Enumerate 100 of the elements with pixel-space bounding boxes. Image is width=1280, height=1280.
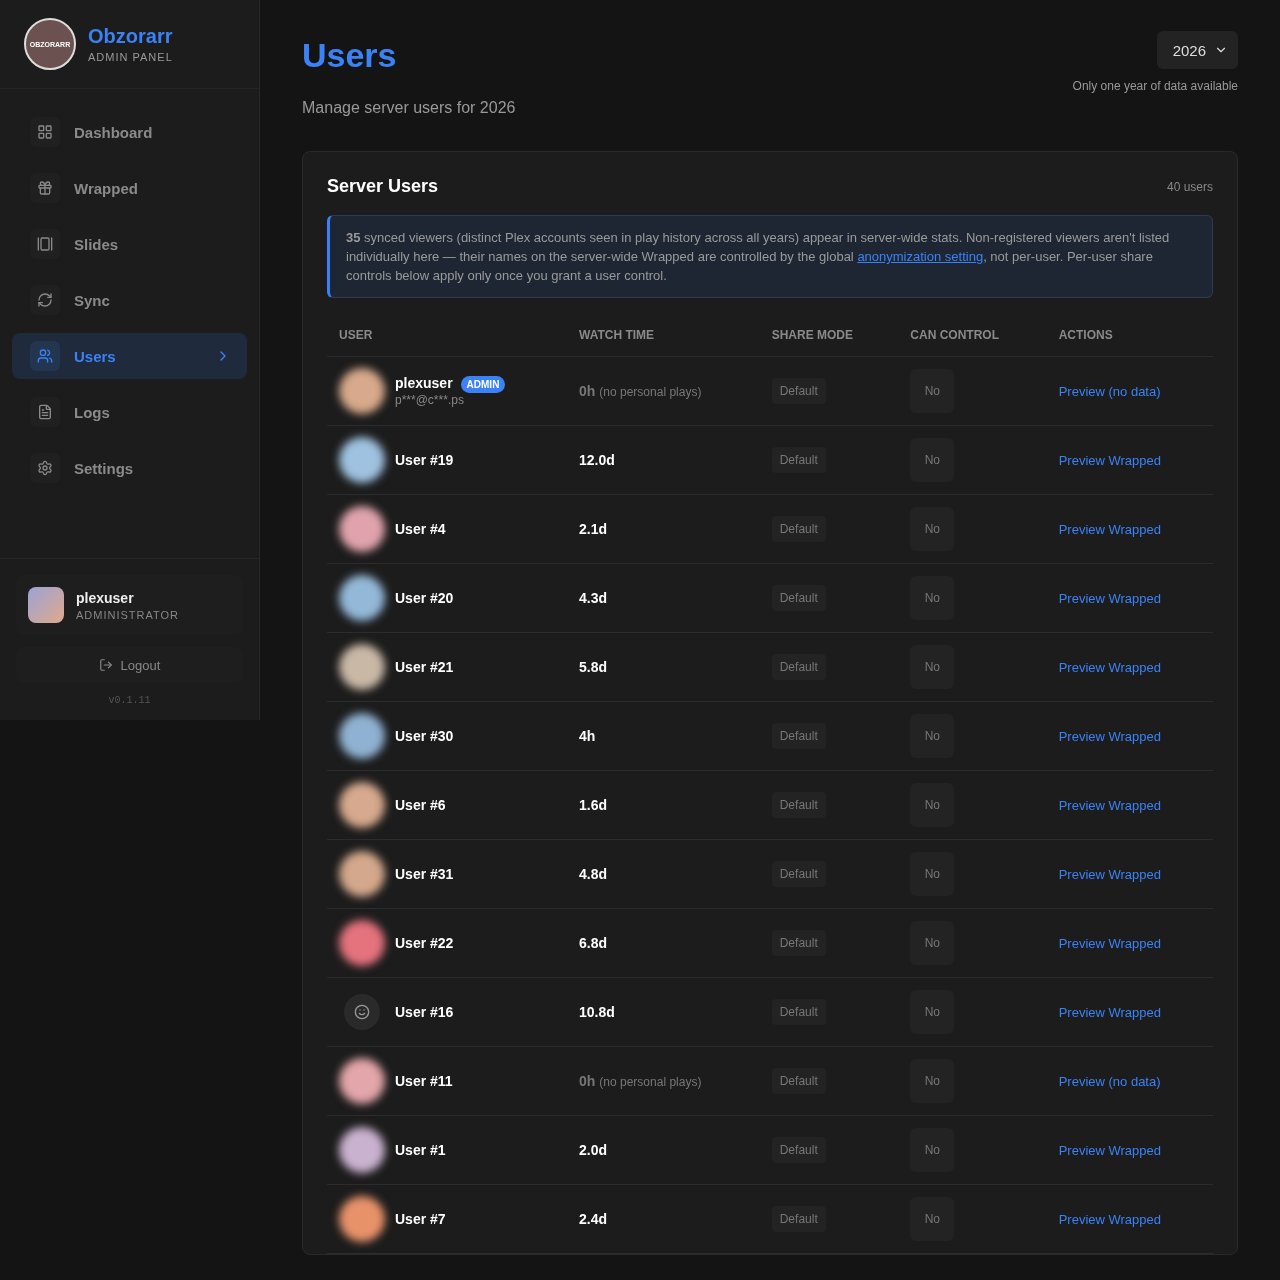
user-name: User #30 bbox=[395, 728, 454, 744]
preview-link[interactable]: Preview (no data) bbox=[1058, 384, 1161, 399]
preview-link[interactable]: Preview Wrapped bbox=[1058, 522, 1162, 537]
watch-time: 2.0d bbox=[579, 1142, 607, 1158]
nav-item[interactable]: Settings bbox=[12, 445, 247, 491]
preview-link[interactable]: Preview Wrapped bbox=[1058, 867, 1162, 882]
page-title: Users bbox=[302, 36, 398, 75]
user-name: User #1 bbox=[395, 1142, 446, 1158]
card-title: Server Users bbox=[327, 176, 439, 197]
info-notice: 35 synced viewers (distinct Plex accounts seen in play history across all years) appear in server-wide stats. Non-registered viewers aren't listed individually here — their names on the server-wide Wrapped are controlled by the global anonymization setting, not per-user. Per-user share controls below apply only once you grant a user control. bbox=[327, 215, 1213, 298]
user-name: plexuser bbox=[395, 375, 453, 391]
watch-time: 6.8d bbox=[579, 935, 607, 951]
preview-link[interactable]: Preview (no data) bbox=[1058, 1074, 1161, 1089]
watch-time: 2.4d bbox=[579, 1211, 607, 1227]
smiley-icon bbox=[354, 1004, 370, 1020]
logout-icon bbox=[98, 658, 113, 672]
can-control-toggle[interactable]: No bbox=[910, 921, 955, 965]
year-note: Only one year of data available bbox=[1072, 79, 1238, 93]
share-mode: Default bbox=[771, 1137, 826, 1163]
watch-time: 4h bbox=[579, 728, 596, 744]
can-control-toggle[interactable]: No bbox=[910, 645, 955, 689]
can-control-toggle[interactable]: No bbox=[910, 1197, 955, 1241]
column-header: USER bbox=[327, 314, 567, 357]
share-mode: Default bbox=[771, 861, 826, 887]
can-control-toggle[interactable]: No bbox=[910, 852, 955, 896]
admin-badge: ADMIN bbox=[460, 376, 506, 393]
column-header: ACTIONS bbox=[1046, 314, 1213, 357]
watch-note: (no personal plays) bbox=[599, 1075, 702, 1089]
year-select[interactable]: 2026 bbox=[1156, 31, 1238, 69]
user-name: User #7 bbox=[395, 1211, 446, 1227]
can-control-toggle[interactable]: No bbox=[910, 369, 955, 413]
preview-link[interactable]: Preview Wrapped bbox=[1058, 591, 1162, 606]
user-email: p***@c***.ps bbox=[395, 393, 465, 407]
user-name: User #31 bbox=[395, 866, 454, 882]
page-subtitle: Manage server users for 2026 bbox=[302, 99, 516, 117]
share-mode: Default bbox=[771, 723, 826, 749]
share-mode: Default bbox=[771, 516, 826, 542]
nav-item[interactable]: Slides bbox=[12, 221, 247, 267]
nav-item[interactable]: Logs bbox=[12, 389, 247, 435]
user-name: User #19 bbox=[395, 452, 454, 468]
can-control-toggle[interactable]: No bbox=[910, 714, 955, 758]
watch-time: 10.8d bbox=[579, 1004, 615, 1020]
watch-time: 5.8d bbox=[579, 659, 607, 675]
gift-icon bbox=[30, 173, 60, 203]
watch-time: 4.3d bbox=[579, 590, 607, 606]
watch-time: 4.8d bbox=[579, 866, 607, 882]
account-name: plexuser bbox=[76, 589, 135, 606]
preview-link[interactable]: Preview Wrapped bbox=[1058, 1143, 1162, 1158]
user-name: User #6 bbox=[395, 797, 446, 813]
brand-subtitle: ADMIN PANEL bbox=[88, 51, 173, 63]
can-control-toggle[interactable]: No bbox=[910, 1128, 955, 1172]
column-header: WATCH TIME bbox=[567, 314, 760, 357]
can-control-toggle[interactable]: No bbox=[910, 990, 955, 1034]
account-role: ADMINISTRATOR bbox=[76, 608, 180, 621]
brand-name: Obzorarr bbox=[88, 25, 173, 48]
share-mode: Default bbox=[771, 585, 826, 611]
share-mode: Default bbox=[771, 654, 826, 680]
nav-item[interactable]: Dashboard bbox=[12, 109, 247, 155]
user-name: User #22 bbox=[395, 935, 454, 951]
can-control-toggle[interactable]: No bbox=[910, 507, 955, 551]
user-name: User #21 bbox=[395, 659, 454, 675]
share-mode: Default bbox=[771, 1068, 826, 1094]
preview-link[interactable]: Preview Wrapped bbox=[1058, 798, 1162, 813]
can-control-toggle[interactable]: No bbox=[910, 576, 955, 620]
watch-time: 0h bbox=[579, 383, 596, 399]
document-icon bbox=[30, 397, 60, 427]
share-mode: Default bbox=[771, 792, 826, 818]
user-name: User #11 bbox=[395, 1073, 453, 1089]
can-control-toggle[interactable]: No bbox=[910, 438, 955, 482]
avatar-photo-placeholder bbox=[28, 587, 64, 623]
preview-link[interactable]: Preview Wrapped bbox=[1058, 1212, 1162, 1227]
share-mode: Default bbox=[771, 999, 826, 1025]
nav-item[interactable]: Users bbox=[12, 333, 247, 379]
share-mode: Default bbox=[771, 378, 826, 404]
slides-icon bbox=[30, 229, 60, 259]
user-count: 40 users bbox=[1166, 179, 1213, 194]
watch-time: 12.0d bbox=[579, 452, 615, 468]
watch-time: 1.6d bbox=[579, 797, 607, 813]
nav-item[interactable]: Sync bbox=[12, 277, 247, 323]
watch-time: 0h bbox=[579, 1073, 596, 1089]
preview-link[interactable]: Preview Wrapped bbox=[1058, 1005, 1162, 1020]
preview-link[interactable]: Preview Wrapped bbox=[1058, 453, 1162, 468]
grid-icon bbox=[30, 117, 60, 147]
column-header: SHARE MODE bbox=[759, 314, 899, 357]
sync-icon bbox=[30, 285, 60, 315]
preview-link[interactable]: Preview Wrapped bbox=[1058, 729, 1162, 744]
user-name: User #16 bbox=[395, 1004, 454, 1020]
users-icon bbox=[30, 341, 60, 371]
nav-item[interactable]: Wrapped bbox=[12, 165, 247, 211]
user-name: User #20 bbox=[395, 590, 454, 606]
settings-icon bbox=[30, 453, 60, 483]
share-mode: Default bbox=[771, 1206, 826, 1232]
share-mode: Default bbox=[771, 930, 826, 956]
watch-note: (no personal plays) bbox=[599, 385, 702, 399]
can-control-toggle[interactable]: No bbox=[910, 1059, 955, 1103]
share-mode: Default bbox=[771, 447, 826, 473]
preview-link[interactable]: Preview Wrapped bbox=[1058, 936, 1162, 951]
preview-link[interactable]: Preview Wrapped bbox=[1058, 660, 1162, 675]
version-label: v0.1.11 bbox=[107, 695, 152, 706]
can-control-toggle[interactable]: No bbox=[910, 783, 955, 827]
